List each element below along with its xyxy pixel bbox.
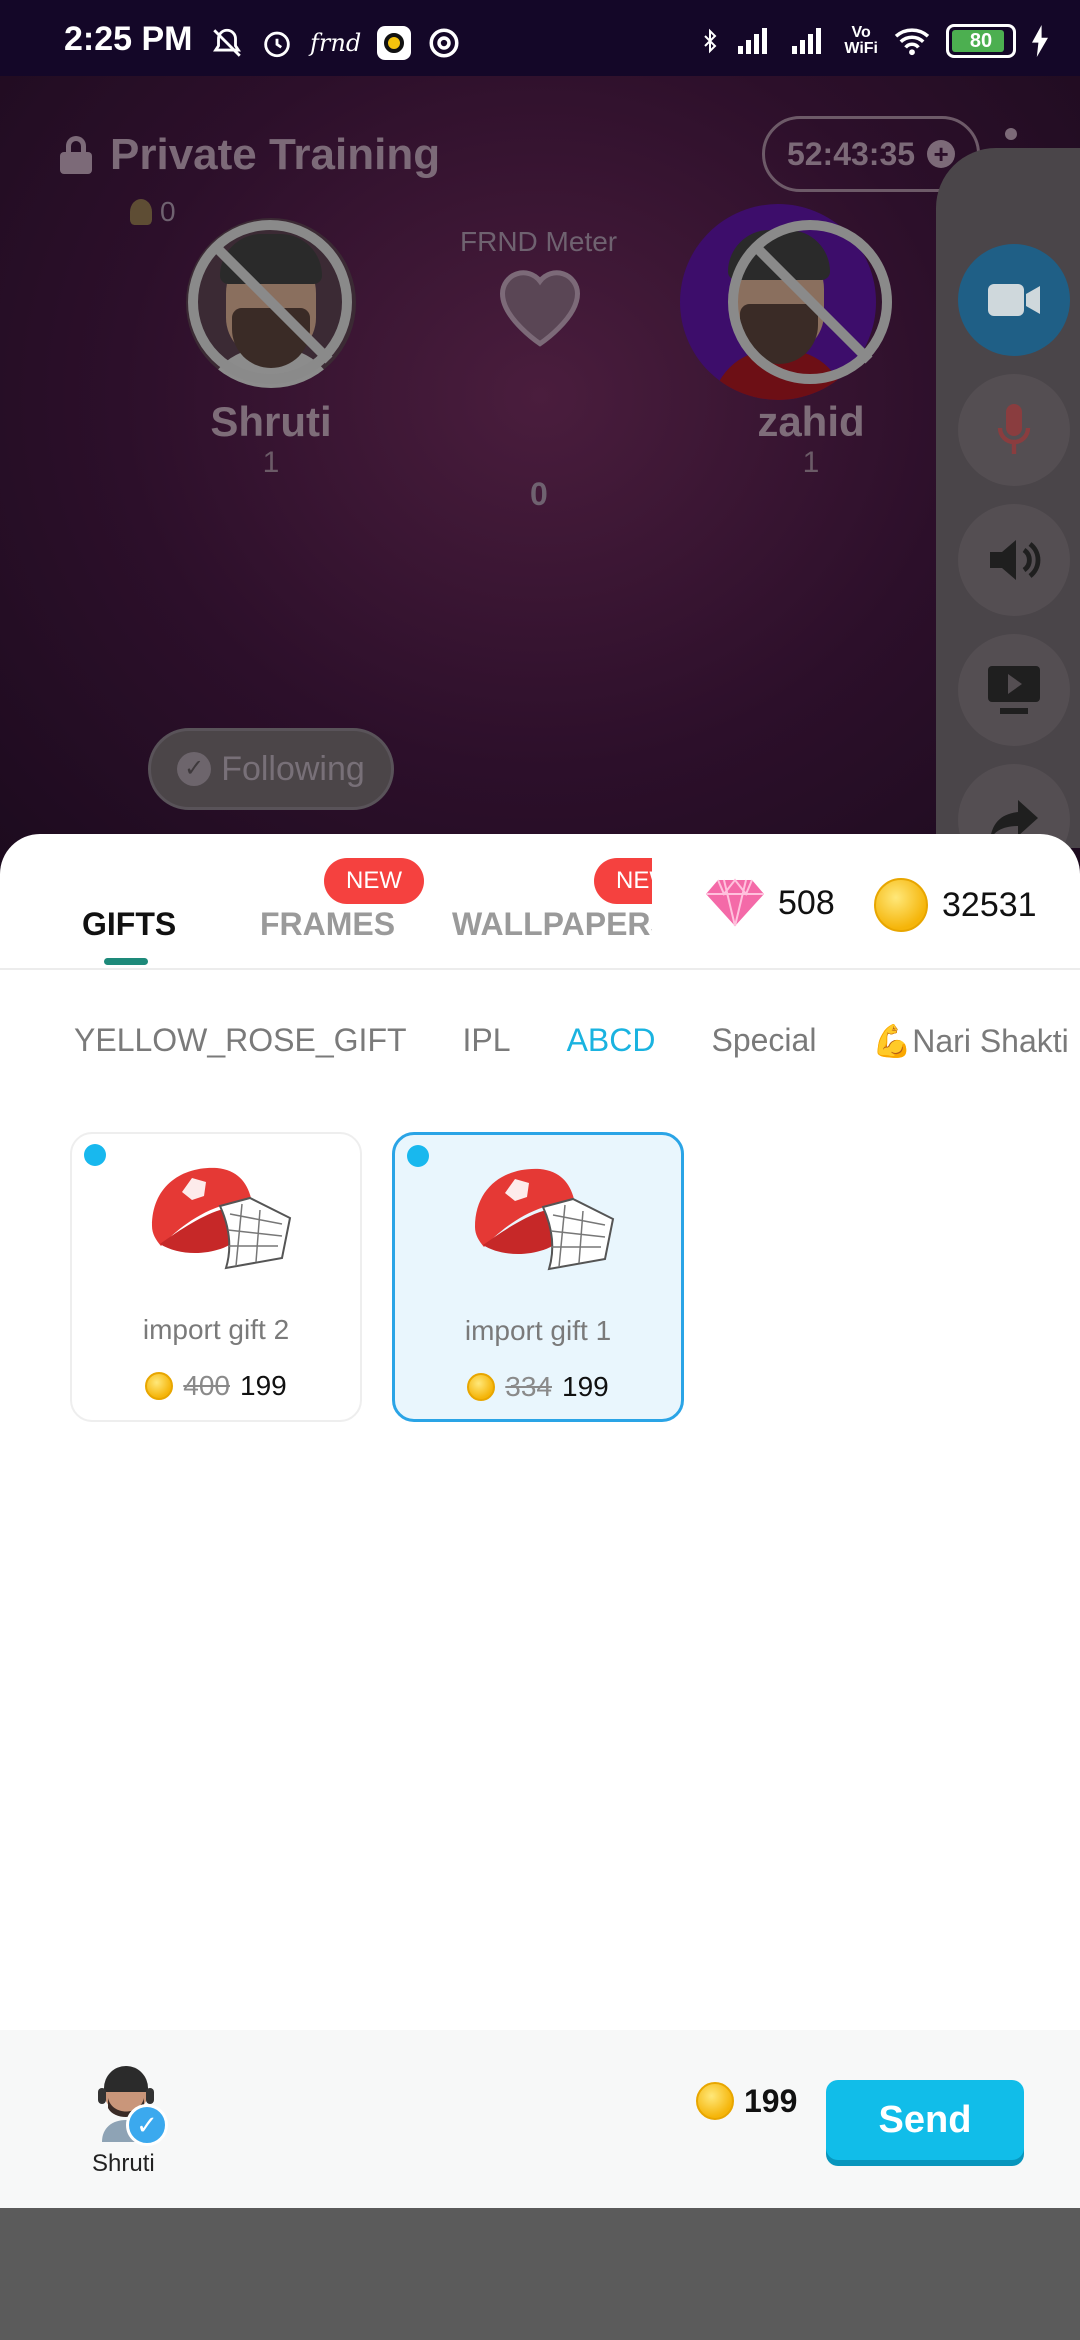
speaker-button[interactable] bbox=[958, 504, 1070, 616]
signal-icon bbox=[738, 28, 768, 54]
check-icon: ✓ bbox=[177, 752, 212, 786]
rose-icon bbox=[130, 199, 152, 225]
tab-gifts[interactable]: GIFTS bbox=[82, 906, 176, 943]
diamond-count: 508 bbox=[778, 883, 835, 922]
send-button[interactable]: Send bbox=[826, 2080, 1024, 2160]
vowifi-icon: Vo WiFi bbox=[844, 24, 878, 57]
category-nari-shakti-label: Nari Shakti bbox=[912, 1023, 1069, 1059]
recipient-avatar[interactable]: ✓ bbox=[96, 2062, 168, 2146]
rose-count: 0 bbox=[130, 196, 176, 228]
verified-badge-icon: ✓ bbox=[126, 2104, 168, 2146]
gift-price: 334 199 bbox=[395, 1371, 681, 1403]
tabs-divider bbox=[0, 968, 1080, 970]
screen-share-button[interactable] bbox=[958, 634, 1070, 746]
coin-icon bbox=[874, 878, 928, 932]
coin-count: 32531 bbox=[942, 885, 1037, 924]
call-controls bbox=[936, 148, 1080, 876]
speaker-icon bbox=[990, 540, 1041, 580]
play-screen-icon bbox=[988, 666, 1040, 714]
diamond-icon bbox=[706, 878, 764, 927]
heart-icon bbox=[499, 270, 581, 347]
frnd-meter-label: FRND Meter bbox=[460, 226, 618, 257]
user-level-zahid: 1 bbox=[802, 446, 820, 479]
gift-card-import-gift-1[interactable]: import gift 1 334 199 bbox=[392, 1132, 684, 1422]
wifi-icon bbox=[894, 28, 930, 56]
gift-card-import-gift-2[interactable]: import gift 2 400 199 bbox=[70, 1132, 362, 1422]
category-abcd[interactable]: ABCD bbox=[567, 1022, 656, 1060]
alarm-icon bbox=[264, 31, 290, 58]
signal-icon-2 bbox=[792, 28, 822, 54]
gift-sheet: GIFTS FRAMES NEW WALLPAPERS NEW 508 3253… bbox=[0, 834, 1080, 2208]
total-cost-value: 199 bbox=[744, 2082, 798, 2119]
gift-name: import gift 1 bbox=[464, 1315, 612, 1346]
new-dot-icon bbox=[84, 1144, 106, 1166]
lock-icon bbox=[60, 136, 92, 174]
diamond-balance[interactable]: 508 bbox=[706, 878, 835, 928]
bluetooth-icon bbox=[704, 28, 717, 54]
timer-value: 52:43:35 bbox=[786, 135, 916, 172]
app-icon bbox=[377, 26, 412, 60]
send-footer: ✓ Shruti 199 Send bbox=[0, 2030, 1080, 2208]
room-title: Private Training bbox=[60, 130, 440, 180]
new-dot-icon bbox=[407, 1145, 429, 1167]
category-special[interactable]: Special bbox=[711, 1022, 816, 1060]
system-icons: Vo WiFi 80 bbox=[698, 24, 1050, 58]
category-yellow-rose-gift[interactable]: YELLOW_ROSE_GIFT bbox=[74, 1022, 407, 1060]
video-camera-icon bbox=[988, 284, 1040, 316]
rose-count-value: 0 bbox=[160, 196, 176, 227]
user-name-zahid: zahid bbox=[757, 398, 865, 445]
following-button[interactable]: ✓ Following bbox=[148, 728, 394, 810]
recipient-name: Shruti bbox=[92, 2150, 155, 2177]
category-ipl[interactable]: IPL bbox=[463, 1022, 511, 1060]
user-level-shruti: 1 bbox=[262, 446, 280, 479]
total-cost: 199 bbox=[696, 2082, 797, 2120]
at-icon bbox=[429, 28, 459, 58]
cricket-helmet-icon bbox=[152, 1167, 292, 1270]
room-view: Private Training 0 52:43:35 + Shruti 1 ✓… bbox=[0, 76, 1080, 876]
clock: 2:25 PM bbox=[64, 20, 193, 58]
tab-frames[interactable]: FRAMES bbox=[260, 906, 395, 943]
coin-icon bbox=[145, 1372, 174, 1400]
gift-old-price: 400 bbox=[183, 1370, 230, 1401]
add-time-icon[interactable]: + bbox=[927, 140, 956, 168]
new-badge-wallpapers: NEW bbox=[594, 858, 652, 904]
new-badge-frames: NEW bbox=[324, 858, 424, 904]
notification-icons: frnd bbox=[210, 26, 461, 60]
gift-price: 400 199 bbox=[72, 1370, 360, 1402]
room-title-text: Private Training bbox=[110, 130, 441, 179]
system-nav-bar bbox=[0, 2208, 1080, 2340]
following-label: Following bbox=[221, 749, 365, 788]
coin-icon bbox=[696, 2082, 734, 2120]
bell-off-icon bbox=[213, 28, 241, 57]
coin-balance[interactable]: 32531 bbox=[874, 878, 1037, 932]
mic-button[interactable] bbox=[958, 374, 1070, 486]
no-signal-icon bbox=[188, 220, 352, 384]
microphone-icon bbox=[997, 404, 1031, 454]
frnd-logo-icon: frnd bbox=[310, 29, 362, 57]
gift-name: import gift 2 bbox=[142, 1314, 290, 1345]
sheet-tabs: GIFTS FRAMES NEW WALLPAPERS NEW bbox=[0, 834, 652, 968]
category-nari-shakti[interactable]: 💪Nari Shakti bbox=[872, 1022, 1068, 1060]
frnd-meter-value: 0 bbox=[530, 476, 548, 512]
battery-level: 80 bbox=[969, 30, 993, 52]
gift-categories: YELLOW_ROSE_GIFT IPL ABCD Special 💪Nari … bbox=[74, 1022, 1069, 1060]
tab-wallpapers[interactable]: WALLPAPERS bbox=[452, 906, 652, 943]
gift-price-value: 199 bbox=[240, 1370, 287, 1401]
gift-price-value: 199 bbox=[562, 1371, 609, 1402]
flexed-bicep-icon: 💪 bbox=[872, 1023, 913, 1059]
user-name-shruti: Shruti bbox=[210, 398, 332, 445]
no-signal-icon-2 bbox=[728, 220, 892, 384]
tab-indicator bbox=[104, 958, 148, 965]
cricket-helmet-icon bbox=[475, 1168, 615, 1271]
status-bar: 2:25 PM frnd Vo WiFi 80 bbox=[0, 0, 1080, 76]
charging-icon bbox=[1032, 25, 1048, 57]
coin-icon bbox=[467, 1373, 496, 1401]
battery-icon: 80 bbox=[946, 24, 1016, 58]
gift-old-price: 334 bbox=[505, 1371, 552, 1402]
video-button[interactable] bbox=[958, 244, 1070, 356]
